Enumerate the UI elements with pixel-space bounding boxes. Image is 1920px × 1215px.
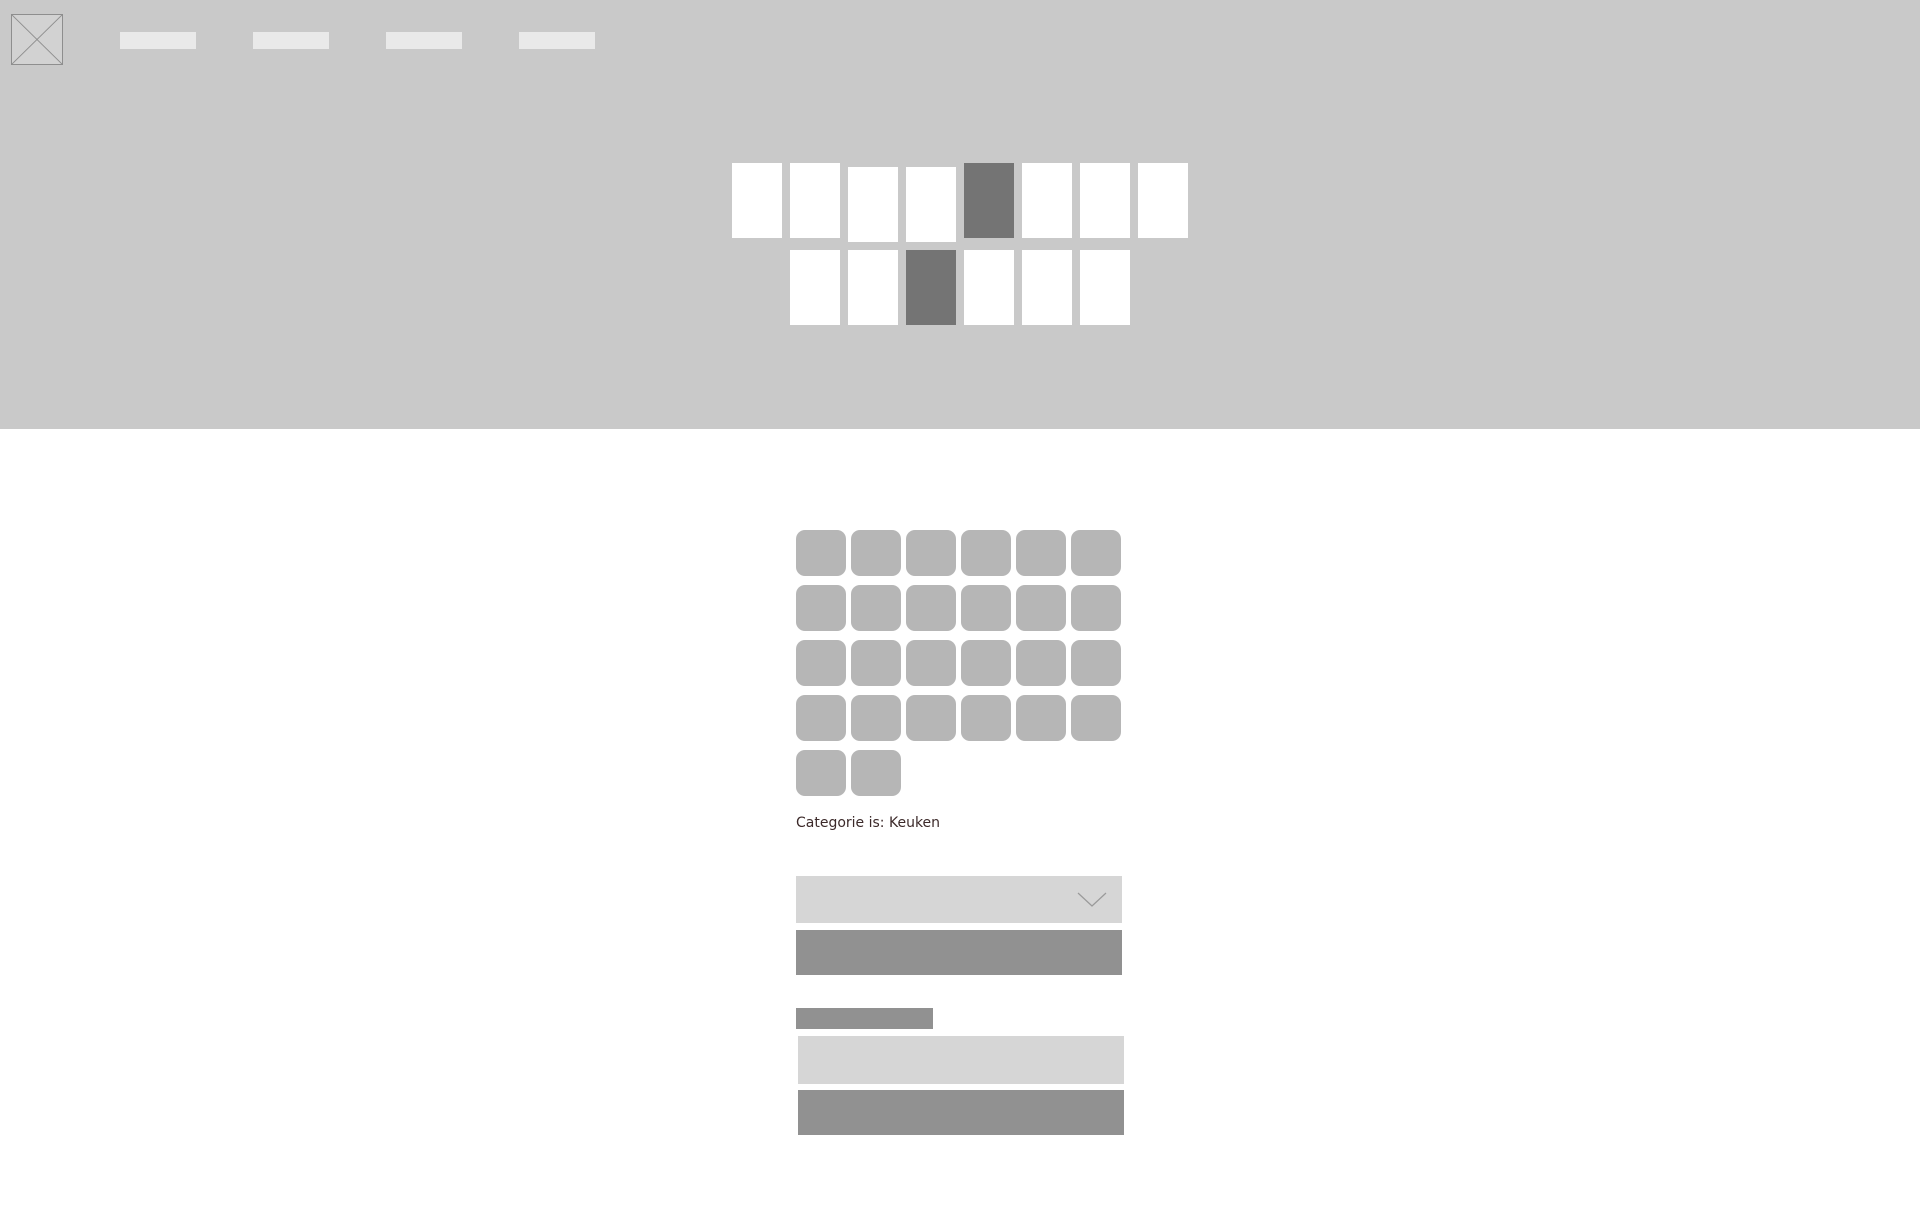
filter-submit-button[interactable] <box>796 930 1122 975</box>
carousel-tile[interactable] <box>790 250 840 325</box>
category-button[interactable] <box>851 585 901 631</box>
category-button[interactable] <box>961 695 1011 741</box>
chevron-down-icon <box>1077 892 1107 908</box>
carousel-tile[interactable] <box>848 167 898 242</box>
category-button[interactable] <box>851 640 901 686</box>
nav-item-3[interactable] <box>386 32 462 49</box>
nav-item-1[interactable] <box>120 32 196 49</box>
logo-placeholder-icon[interactable] <box>11 14 63 65</box>
category-button[interactable] <box>1016 640 1066 686</box>
carousel-tile[interactable] <box>848 250 898 325</box>
carousel-tile[interactable] <box>1080 250 1130 325</box>
category-button[interactable] <box>1016 530 1066 576</box>
category-button[interactable] <box>1071 585 1121 631</box>
category-button[interactable] <box>961 640 1011 686</box>
carousel-tile[interactable] <box>964 250 1014 325</box>
category-button[interactable] <box>1071 695 1121 741</box>
category-button[interactable] <box>796 750 846 796</box>
carousel-tile[interactable] <box>732 163 782 238</box>
category-select[interactable] <box>796 876 1122 923</box>
category-button[interactable] <box>796 530 846 576</box>
category-button[interactable] <box>1071 530 1121 576</box>
category-button[interactable] <box>1016 695 1066 741</box>
carousel-tile[interactable] <box>906 167 956 242</box>
category-button[interactable] <box>961 530 1011 576</box>
carousel-tile-active[interactable] <box>964 163 1014 238</box>
carousel-tile-active[interactable] <box>906 250 956 325</box>
category-button[interactable] <box>1071 640 1121 686</box>
category-button[interactable] <box>906 585 956 631</box>
text-input-field[interactable] <box>798 1036 1124 1084</box>
carousel-tile[interactable] <box>1138 163 1188 238</box>
category-button[interactable] <box>906 695 956 741</box>
category-button[interactable] <box>851 530 901 576</box>
carousel-tile[interactable] <box>1080 163 1130 238</box>
nav-item-2[interactable] <box>253 32 329 49</box>
carousel-tile[interactable] <box>1022 250 1072 325</box>
carousel-tile[interactable] <box>1022 163 1072 238</box>
category-button[interactable] <box>906 640 956 686</box>
header <box>0 0 1920 429</box>
category-button[interactable] <box>851 750 901 796</box>
form-label <box>796 1008 933 1029</box>
category-button[interactable] <box>906 530 956 576</box>
category-button[interactable] <box>961 585 1011 631</box>
carousel-tile[interactable] <box>790 163 840 238</box>
category-button[interactable] <box>796 585 846 631</box>
category-label: Categorie is: Keuken <box>796 815 941 831</box>
category-button[interactable] <box>796 640 846 686</box>
category-button[interactable] <box>1016 585 1066 631</box>
category-button[interactable] <box>851 695 901 741</box>
nav-item-4[interactable] <box>519 32 595 49</box>
form-submit-button[interactable] <box>798 1090 1124 1135</box>
category-button[interactable] <box>796 695 846 741</box>
